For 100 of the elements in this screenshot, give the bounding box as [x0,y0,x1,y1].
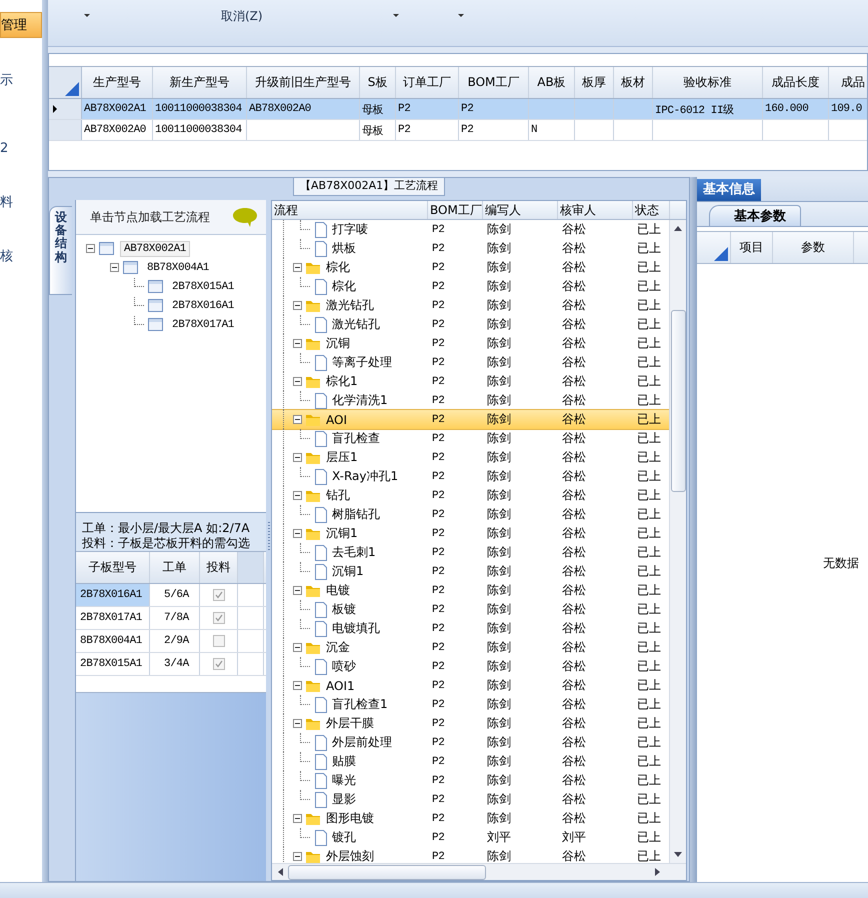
tree-row[interactable]: 板镀 P2 陈剑 谷松 已上 [272,600,670,619]
tree-node[interactable]: 2B78X015A1 [169,280,238,294]
scroll-left-icon[interactable] [276,867,284,877]
column-header[interactable]: 成品 [829,67,868,98]
table-cell: AB78X002A0 [84,124,146,136]
tree-row[interactable]: 盲孔检查1 P2 陈剑 谷松 已上 [272,695,670,714]
column-header[interactable]: 状态 [633,201,670,219]
table-cell: 已上 [637,335,661,352]
tree-row[interactable]: 盲孔检查 P2 陈剑 谷松 已上 [272,429,670,448]
tree-row[interactable]: 去毛刺1 P2 陈剑 谷松 已上 [272,543,670,562]
tree-row[interactable]: 沉金 P2 陈剑 谷松 已上 [272,638,670,657]
tree-node[interactable]: 2B78X016A1 [169,298,238,312]
parameter-tab[interactable]: 基本参数 [709,205,801,226]
tree-node[interactable]: 2B78X017A1 [169,318,238,332]
nav-item[interactable]: 2 [0,136,42,160]
column-header[interactable]: 验收标准 [653,67,763,98]
nav-item[interactable]: 管理 [0,12,42,38]
tree-row[interactable]: 喷砂 P2 陈剑 谷松 已上 [272,657,670,676]
column-header[interactable]: 核审人 [558,201,633,219]
tree-row[interactable]: 沉铜 P2 陈剑 谷松 已上 [272,334,670,353]
column-header[interactable]: BOM工厂 [428,201,483,219]
tree-row[interactable]: 棕化 P2 陈剑 谷松 已上 [272,277,670,296]
document-icon [314,392,327,408]
tree-row[interactable]: 树脂钻孔 P2 陈剑 谷松 已上 [272,505,670,524]
column-header[interactable]: 编写人 [483,201,558,219]
nav-item[interactable]: 料 [0,190,42,214]
table-cell[interactable]: 8B78X004A1 [76,630,150,652]
column-header[interactable]: 新生产型号 [153,67,247,98]
speech-bubble-icon [232,206,258,228]
tree-row[interactable]: 图形电镀 P2 陈剑 谷松 已上 [272,809,670,828]
tree-row[interactable]: 曝光 P2 陈剑 谷松 已上 [272,771,670,790]
collapse-icon [293,719,302,728]
tree-row[interactable]: 沉铜1 P2 陈剑 谷松 已上 [272,524,670,543]
splitter-handle[interactable] [690,177,697,882]
column-header[interactable]: 订单工厂 [396,67,459,98]
info-tab[interactable]: 基本信息 [697,179,761,201]
table-cell: P2 [432,242,444,254]
column-header[interactable]: 成品长度 [763,67,829,98]
table-cell[interactable]: 2B78X015A1 [76,653,150,675]
table-cell: 已上 [637,487,661,504]
nav-item[interactable]: 核 [0,244,42,268]
column-header[interactable]: 参数 [773,232,854,263]
column-header[interactable]: AB板 [529,67,575,98]
scroll-thumb[interactable] [288,864,486,880]
tree-label: 外层前处理 [332,734,392,751]
column-header[interactable]: 升级前旧生产型号 [247,67,360,98]
table-cell: P2 [432,300,444,312]
tree-row[interactable]: 电镀 P2 陈剑 谷松 已上 [272,581,670,600]
table-cell: P2 [432,660,444,672]
tree-row[interactable]: 外层前处理 P2 陈剑 谷松 已上 [272,733,670,752]
table-cell: P2 [461,103,474,115]
table-row[interactable]: AB78X002A0 10011000038304 母板 P2 P2 N [49,120,867,141]
table-cell: 已上 [637,506,661,523]
tree-row[interactable]: 贴膜 P2 陈剑 谷松 已上 [272,752,670,771]
nav-item[interactable]: 示 [0,68,42,92]
column-header[interactable]: 项目 [731,232,773,263]
tree-row[interactable]: 打字唛 P2 陈剑 谷松 已上 [272,220,670,239]
corner-icon [714,247,728,261]
tree-row[interactable]: 外层干膜 P2 陈剑 谷松 已上 [272,714,670,733]
scroll-down-icon[interactable] [673,851,684,859]
structure-tab[interactable]: 设备结构 [49,206,72,295]
tree-node[interactable]: AB78X002A1 [120,240,190,256]
tree-row[interactable]: 钻孔 P2 陈剑 谷松 已上 [272,486,670,505]
column-header[interactable]: 生产型号 [82,67,153,98]
scroll-up-icon[interactable] [673,224,684,232]
column-header[interactable]: 板厚 [575,67,614,98]
tree-row[interactable]: 等离子处理 P2 陈剑 谷松 已上 [272,353,670,372]
column-header[interactable]: 板材 [614,67,653,98]
tree-row[interactable]: 显影 P2 陈剑 谷松 已上 [272,790,670,809]
tree-row[interactable]: 沉铜1 P2 陈剑 谷松 已上 [272,562,670,581]
column-header[interactable]: 子板型号 [76,552,150,583]
column-header[interactable]: BOM工厂 [459,67,529,98]
table-cell[interactable]: 2B78X017A1 [76,607,150,629]
tree-row[interactable]: 棕化1 P2 陈剑 谷松 已上 [272,372,670,391]
tree-node[interactable]: 8B78X004A1 [144,260,212,274]
tree-row[interactable]: AOI P2 陈剑 谷松 已上 [272,410,670,429]
scroll-right-icon[interactable] [654,867,662,877]
tree-row[interactable]: 镀孔 P2 刘平 刘平 已上 [272,828,670,847]
tree-row[interactable]: 棕化 P2 陈剑 谷松 已上 [272,258,670,277]
column-header[interactable]: S板 [360,67,396,98]
horizontal-scrollbar[interactable] [272,863,686,880]
table-cell: 已上 [637,677,661,694]
table-cell: 已上 [637,297,661,314]
column-header[interactable]: 流程 [272,201,428,219]
scroll-thumb[interactable] [670,310,686,492]
tree-row[interactable]: 激光钻孔 P2 陈剑 谷松 已上 [272,296,670,315]
tree-row[interactable]: 电镀填孔 P2 陈剑 谷松 已上 [272,619,670,638]
table-cell: 谷松 [562,316,586,333]
table-cell[interactable]: 2B78X016A1 [76,584,150,606]
tree-row[interactable]: 层压1 P2 陈剑 谷松 已上 [272,448,670,467]
tree-row[interactable]: AOI1 P2 陈剑 谷松 已上 [272,676,670,695]
table-row[interactable]: AB78X002A1 10011000038304 AB78X002A0 母板 P2 P2 IPC-6012 II级 160.000 109.0 [49,99,867,120]
vertical-scrollbar[interactable] [669,220,686,863]
ribbon-command[interactable]: 取消(Z) [221,9,263,23]
tree-row[interactable]: X-Ray冲孔1 P2 陈剑 谷松 已上 [272,467,670,486]
collapse-icon [293,339,302,348]
table-cell: P2 [432,794,444,806]
tree-row[interactable]: 烘板 P2 陈剑 谷松 已上 [272,239,670,258]
column-header[interactable]: 工单 [150,552,200,583]
tree-row[interactable]: 激光钻孔 P2 陈剑 谷松 已上 [272,315,670,334]
